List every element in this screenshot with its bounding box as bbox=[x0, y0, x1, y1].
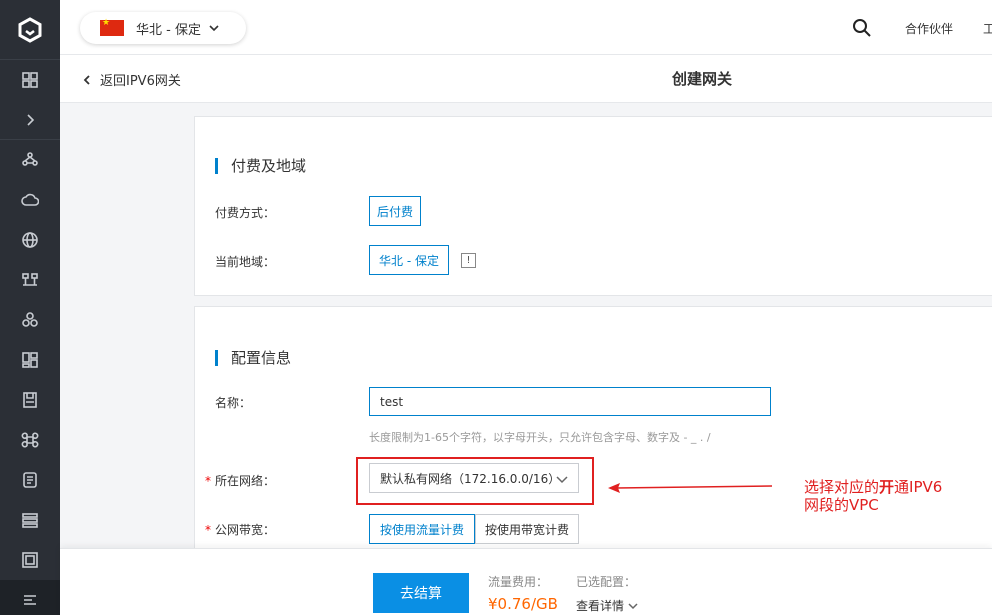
required-mark: * bbox=[205, 523, 211, 537]
annotation-line1-pre: 选择对应的 bbox=[804, 478, 880, 496]
chevron-left-icon bbox=[83, 74, 90, 85]
annotation-line1-bold: 开 bbox=[879, 478, 895, 496]
section-accent-bar bbox=[215, 157, 218, 174]
page-title: 创建网关 bbox=[672, 70, 733, 88]
bandwidth-label: * 公网带宽： bbox=[205, 521, 275, 538]
page-header: 返回IPV6网关 创建网关 bbox=[60, 55, 992, 103]
annotation-line1-post: 通IPV6 bbox=[894, 478, 943, 496]
storage-icon[interactable] bbox=[0, 380, 60, 420]
billing-section-title-text: 付费及地域 bbox=[231, 157, 307, 175]
nodes-icon[interactable] bbox=[0, 140, 60, 180]
config-card: 配置信息 名称： test 长度限制为1-65个字符，以字母开头，只允许包含字母… bbox=[194, 306, 992, 566]
dashboard-icon[interactable] bbox=[0, 340, 60, 380]
name-hint: 长度限制为1-65个字符，以字母开头，只允许包含字母、数字及 - _ . / bbox=[369, 431, 711, 444]
config-section-title: 配置信息 bbox=[215, 347, 291, 368]
network-label-text: 所在网络： bbox=[215, 474, 276, 488]
list-icon[interactable] bbox=[0, 500, 60, 540]
logo-icon[interactable] bbox=[0, 0, 60, 60]
bandwidth-by-traffic-option[interactable]: 按使用流量计费 bbox=[369, 514, 475, 544]
required-mark: * bbox=[205, 474, 211, 488]
region-selector[interactable]: 华北 - 保定 bbox=[80, 12, 246, 44]
bandwidth-label-text: 公网带宽： bbox=[215, 523, 276, 537]
frame-icon[interactable] bbox=[0, 540, 60, 580]
top-bar: 华北 - 保定 合作伙伴 工 bbox=[60, 0, 992, 55]
info-icon[interactable]: ! bbox=[461, 253, 476, 268]
highlight-box bbox=[356, 457, 594, 505]
name-label: 名称： bbox=[215, 396, 252, 410]
cluster-icon[interactable] bbox=[0, 300, 60, 340]
document-icon[interactable] bbox=[0, 460, 60, 500]
china-flag-icon bbox=[100, 18, 124, 36]
name-input-value: test bbox=[380, 394, 404, 409]
network-label: * 所在网络： bbox=[205, 472, 275, 489]
billing-section-title: 付费及地域 bbox=[215, 155, 306, 176]
work-order-link[interactable]: 工 bbox=[983, 20, 992, 37]
region-selector-label: 华北 - 保定 bbox=[136, 22, 201, 38]
bandwidth-by-bandwidth-option[interactable]: 按使用带宽计费 bbox=[475, 514, 579, 544]
postpaid-option[interactable]: 后付费 bbox=[369, 196, 421, 226]
grid-icon[interactable] bbox=[0, 60, 60, 100]
view-details-link[interactable]: 查看详情 bbox=[576, 597, 638, 614]
region-option[interactable]: 华北 - 保定 bbox=[369, 245, 449, 275]
checkout-button[interactable]: 去结算 bbox=[373, 573, 469, 613]
chevron-right-icon[interactable] bbox=[0, 100, 60, 140]
partner-link[interactable]: 合作伙伴 bbox=[905, 20, 953, 37]
cloud-icon[interactable] bbox=[0, 180, 60, 220]
section-accent-bar bbox=[215, 349, 218, 366]
config-section-title-text: 配置信息 bbox=[231, 349, 292, 367]
back-link-label: 返回IPV6网关 bbox=[100, 74, 181, 89]
sidebar bbox=[0, 0, 60, 615]
menu-icon[interactable] bbox=[0, 580, 60, 615]
annotation-note: 选择对应的开通IPV6 网段的VPC bbox=[804, 478, 984, 514]
chevron-down-icon bbox=[628, 602, 638, 609]
view-details-label: 查看详情 bbox=[576, 599, 625, 613]
annotation-line2: 网段的VPC bbox=[804, 496, 879, 514]
search-icon[interactable] bbox=[852, 18, 872, 38]
traffic-fee-value: ¥0.76/GB bbox=[488, 595, 558, 613]
annotation-arrow bbox=[608, 483, 773, 493]
current-region-label: 当前地域： bbox=[215, 255, 276, 269]
traffic-fee-label: 流量费用： bbox=[488, 575, 549, 589]
selected-config-label: 已选配置： bbox=[576, 575, 637, 589]
globe-icon[interactable] bbox=[0, 220, 60, 260]
network-icon[interactable] bbox=[0, 260, 60, 300]
command-icon[interactable] bbox=[0, 420, 60, 460]
name-input[interactable]: test bbox=[369, 387, 771, 416]
checkout-bar: 去结算 流量费用： ¥0.76/GB 已选配置： 查看详情 bbox=[60, 548, 992, 615]
pay-method-label: 付费方式： bbox=[215, 206, 276, 220]
chevron-down-icon bbox=[209, 25, 219, 32]
back-link[interactable]: 返回IPV6网关 bbox=[82, 70, 181, 89]
billing-region-card: 付费及地域 付费方式： 后付费 当前地域： 华北 - 保定 ! bbox=[194, 116, 992, 296]
